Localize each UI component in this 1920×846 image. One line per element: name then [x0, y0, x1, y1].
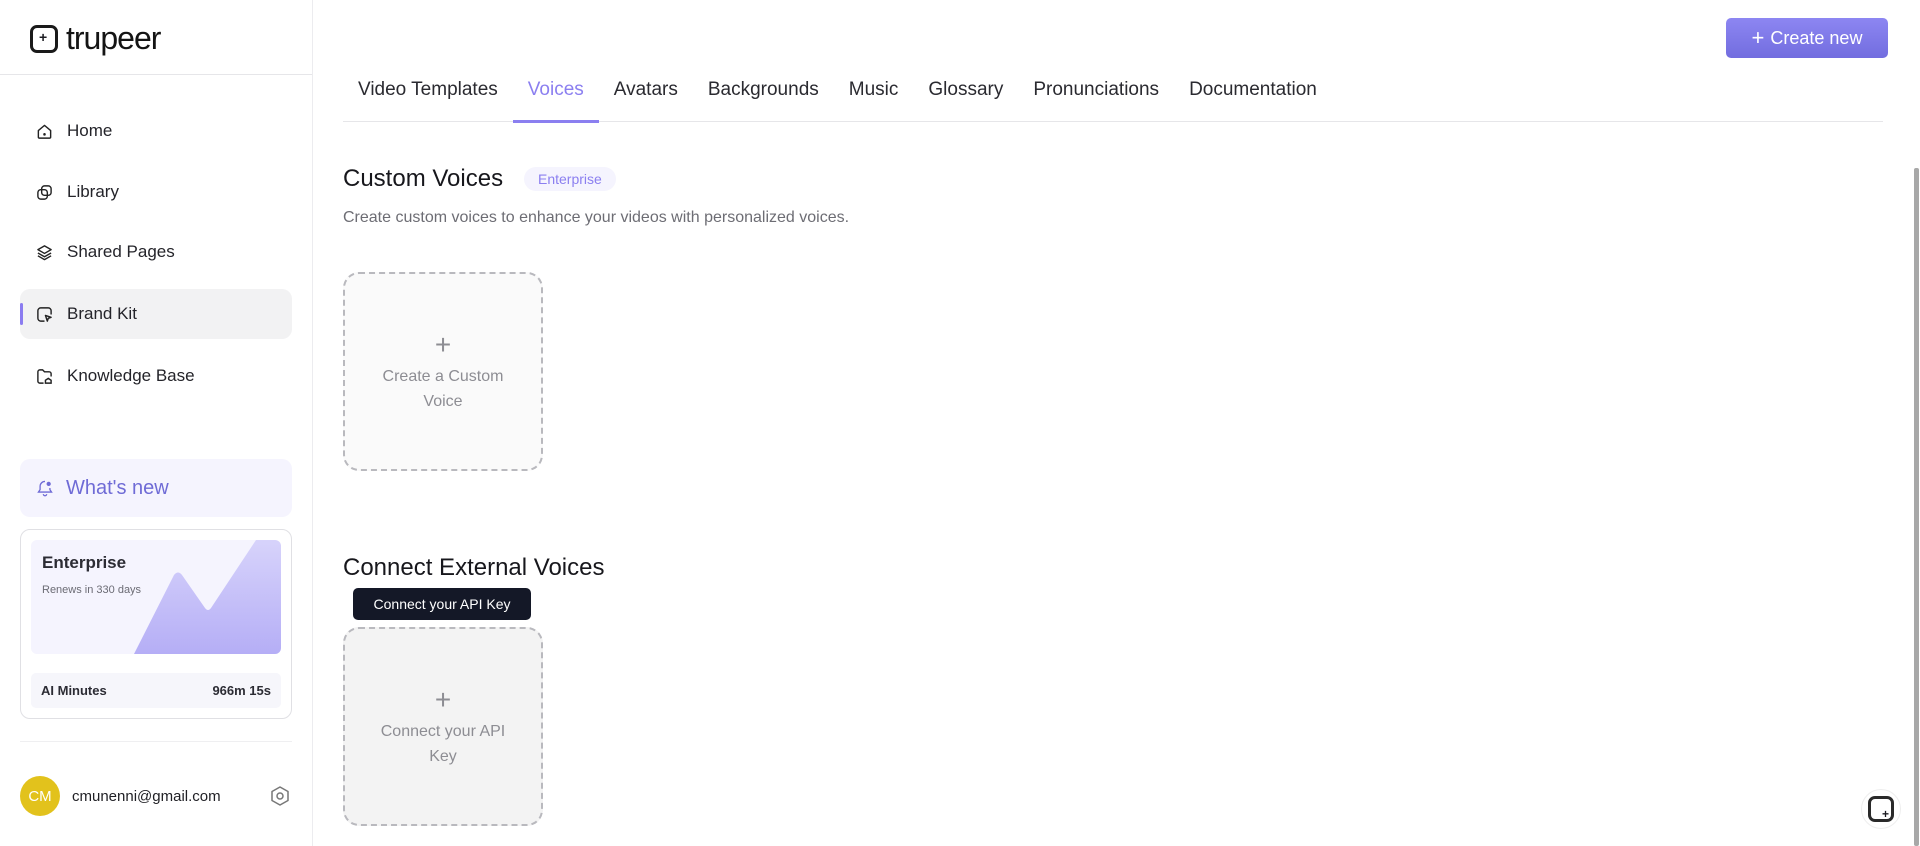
custom-voices-heading: Custom Voices	[343, 165, 504, 192]
custom-voices-description: Create custom voices to enhance your vid…	[343, 209, 850, 226]
create-new-button[interactable]: + Create new	[1726, 18, 1888, 58]
whats-new-button[interactable]: What's new	[20, 459, 292, 517]
external-voices-heading: Connect External Voices	[343, 554, 605, 581]
tab-documentation[interactable]: Documentation	[1174, 70, 1332, 122]
plan-renewal: Renews in 330 days	[42, 584, 142, 596]
floating-action-button[interactable]	[1861, 789, 1901, 829]
tab-bar: Video Templates Voices Avatars Backgroun…	[343, 70, 1883, 123]
sidebar-item-brand-kit[interactable]: Brand Kit	[20, 289, 292, 339]
whats-new-label: What's new	[66, 476, 169, 499]
layers-icon	[35, 243, 53, 261]
tab-glossary[interactable]: Glossary	[913, 70, 1018, 122]
plan-name: Enterprise	[42, 553, 127, 572]
create-new-label: Create new	[1770, 27, 1863, 48]
sidebar-item-label: Shared Pages	[67, 242, 175, 261]
plus-icon: +	[434, 328, 452, 360]
user-profile[interactable]: CM cmunenni@gmail.com	[20, 776, 292, 816]
plan-graphic: Enterprise Renews in 330 days	[31, 540, 281, 654]
scrollbar[interactable]	[1914, 168, 1919, 846]
create-custom-voice-card[interactable]: + Create a Custom Voice	[343, 272, 543, 471]
user-email: cmunenni@gmail.com	[72, 787, 221, 805]
settings-icon[interactable]	[268, 784, 292, 808]
connect-api-key-card[interactable]: + Connect your API Key	[343, 627, 543, 826]
home-icon	[35, 122, 53, 140]
brand-kit-icon	[35, 305, 53, 323]
library-icon	[35, 183, 53, 201]
plus-icon: +	[434, 683, 452, 715]
divider	[20, 741, 292, 742]
card-label: Voice	[423, 392, 463, 410]
logo[interactable]: trupeer	[30, 20, 161, 57]
tab-avatars[interactable]: Avatars	[599, 70, 693, 122]
tab-backgrounds[interactable]: Backgrounds	[693, 70, 834, 122]
sidebar-item-home[interactable]: Home	[20, 106, 292, 156]
ai-minutes-row: AI Minutes 966m 15s	[31, 673, 281, 708]
ai-minutes-label: AI Minutes	[41, 683, 107, 698]
bell-icon	[36, 479, 54, 497]
sidebar-item-label: Home	[67, 121, 113, 140]
sidebar-item-label: Brand Kit	[67, 304, 137, 323]
card-label: Key	[429, 747, 457, 765]
trupeer-icon	[1868, 796, 1894, 822]
tab-video-templates[interactable]: Video Templates	[343, 70, 513, 122]
logo-text: trupeer	[66, 20, 161, 56]
avatar: CM	[20, 776, 60, 816]
sidebar-item-library[interactable]: Library	[20, 167, 292, 217]
card-label: Create a Custom	[382, 367, 504, 385]
plan-card: Enterprise Renews in 330 days AI Minutes…	[20, 529, 292, 719]
folder-icon	[35, 367, 53, 385]
ai-minutes-value: 966m 15s	[212, 683, 271, 698]
divider	[0, 74, 312, 75]
tab-pronunciations[interactable]: Pronunciations	[1018, 70, 1174, 122]
main-content: + Create new Video Templates Voices Avat…	[313, 0, 1920, 846]
tab-music[interactable]: Music	[834, 70, 914, 122]
sidebar-item-knowledge-base[interactable]: Knowledge Base	[20, 351, 292, 401]
card-label: Connect your API	[380, 722, 506, 740]
tooltip: Connect your API Key	[353, 588, 531, 620]
sidebar-item-label: Library	[67, 182, 119, 201]
logo-icon	[30, 24, 58, 53]
tab-voices[interactable]: Voices	[512, 70, 599, 123]
sidebar-item-label: Knowledge Base	[67, 366, 195, 385]
enterprise-badge: Enterprise	[524, 167, 616, 191]
sidebar-item-shared-pages[interactable]: Shared Pages	[20, 227, 292, 277]
plus-icon: +	[1751, 25, 1765, 50]
sidebar: trupeer Home Library Shared Pages Brand …	[0, 0, 313, 846]
